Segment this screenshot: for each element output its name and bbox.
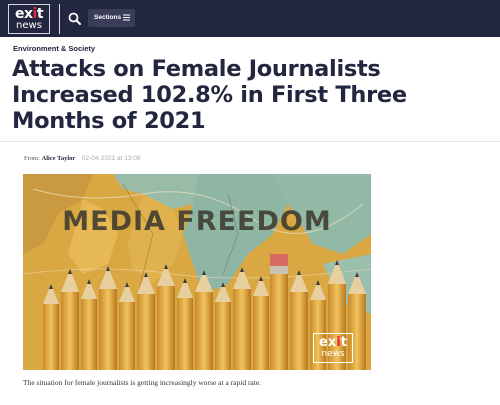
hamburger-icon xyxy=(123,14,130,21)
category-link[interactable]: Environment & Society xyxy=(13,44,95,53)
hero-logo-word: exit xyxy=(319,335,347,350)
logo-accent-letter: i xyxy=(336,335,341,350)
logo-sub: news xyxy=(16,20,42,31)
search-button[interactable] xyxy=(66,10,84,28)
search-icon xyxy=(68,12,81,25)
byline-prefix: From: xyxy=(24,155,40,162)
navbar-divider xyxy=(59,4,60,34)
sections-label: Sections xyxy=(94,14,122,21)
author-link[interactable]: Alice Taylor xyxy=(42,155,76,162)
exit-news-logo[interactable]: exit news xyxy=(8,4,50,34)
hero-image: MEDIA FREEDOM exit news xyxy=(23,174,371,370)
image-caption: The situation for female journalists is … xyxy=(23,378,262,387)
hero-overlay-text: MEDIA FREEDOM xyxy=(62,206,332,237)
header-divider xyxy=(0,141,500,142)
hero-logo-sub: news xyxy=(321,349,345,359)
article-title: Attacks on Female Journalists Increased … xyxy=(12,56,407,134)
logo-word: exit xyxy=(14,6,44,22)
sections-button[interactable]: Sections xyxy=(88,9,135,27)
publish-date: 02-04-2021 at 13:08 xyxy=(81,155,141,162)
top-navbar: exit news Sections xyxy=(0,0,500,37)
byline: From: Alice Taylor 02-04-2021 at 13:08 xyxy=(24,155,140,162)
hero-watermark-logo: exit news xyxy=(313,333,353,363)
